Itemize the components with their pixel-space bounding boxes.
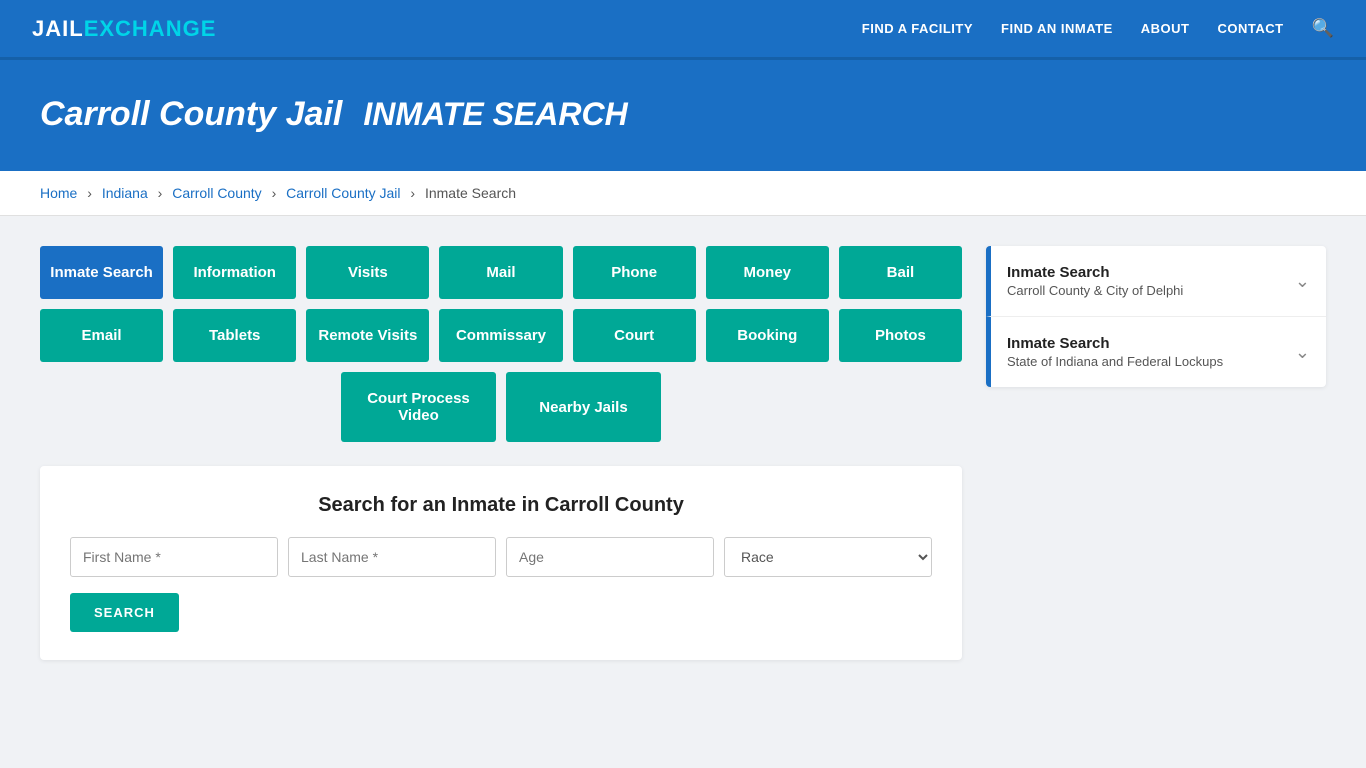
btn-phone[interactable]: Phone bbox=[573, 246, 696, 299]
btn-money[interactable]: Money bbox=[706, 246, 829, 299]
breadcrumb-home[interactable]: Home bbox=[40, 185, 77, 201]
btn-nearby-jails[interactable]: Nearby Jails bbox=[506, 372, 661, 442]
nav-about[interactable]: ABOUT bbox=[1141, 21, 1190, 36]
sidebar-item-subtitle-2: State of Indiana and Federal Lockups bbox=[1007, 354, 1223, 369]
main-content: Inmate Search Information Visits Mail Ph… bbox=[0, 216, 1366, 690]
btn-visits[interactable]: Visits bbox=[306, 246, 429, 299]
breadcrumb-carroll-county[interactable]: Carroll County bbox=[172, 185, 261, 201]
last-name-input[interactable] bbox=[288, 537, 496, 577]
left-column: Inmate Search Information Visits Mail Ph… bbox=[40, 246, 962, 660]
btn-mail[interactable]: Mail bbox=[439, 246, 562, 299]
sidebar-item-subtitle-1: Carroll County & City of Delphi bbox=[1007, 283, 1183, 298]
breadcrumb-inmate-search: Inmate Search bbox=[425, 185, 516, 201]
sidebar-card: Inmate Search Carroll County & City of D… bbox=[986, 246, 1326, 387]
search-box: Search for an Inmate in Carroll County R… bbox=[40, 466, 962, 660]
navbar: JAILEXCHANGE FIND A FACILITY FIND AN INM… bbox=[0, 0, 1366, 60]
btn-tablets[interactable]: Tablets bbox=[173, 309, 296, 362]
btn-photos[interactable]: Photos bbox=[839, 309, 962, 362]
breadcrumb: Home › Indiana › Carroll County › Carrol… bbox=[0, 171, 1366, 216]
nav-links: FIND A FACILITY FIND AN INMATE ABOUT CON… bbox=[862, 18, 1334, 39]
sep-2: › bbox=[158, 185, 163, 201]
breadcrumb-indiana[interactable]: Indiana bbox=[102, 185, 148, 201]
page-title-main: Carroll County Jail bbox=[40, 95, 342, 133]
sidebar-item-title-2: Inmate Search bbox=[1007, 335, 1223, 352]
sep-3: › bbox=[272, 185, 277, 201]
btn-court[interactable]: Court bbox=[573, 309, 696, 362]
page-title-italic: INMATE SEARCH bbox=[363, 96, 627, 132]
sidebar-item-title-1: Inmate Search bbox=[1007, 264, 1183, 281]
btn-booking[interactable]: Booking bbox=[706, 309, 829, 362]
chevron-down-icon-2: ⌄ bbox=[1295, 342, 1310, 363]
breadcrumb-carroll-county-jail[interactable]: Carroll County Jail bbox=[286, 185, 400, 201]
search-icon[interactable]: 🔍 bbox=[1312, 18, 1334, 39]
chevron-down-icon-1: ⌄ bbox=[1295, 271, 1310, 292]
btn-bail[interactable]: Bail bbox=[839, 246, 962, 299]
sidebar-item-carroll-county[interactable]: Inmate Search Carroll County & City of D… bbox=[986, 246, 1326, 317]
search-button[interactable]: SEARCH bbox=[70, 593, 179, 632]
nav-find-inmate[interactable]: FIND AN INMATE bbox=[1001, 21, 1113, 36]
btn-court-process-video[interactable]: Court Process Video bbox=[341, 372, 496, 442]
logo-exchange: EXCHANGE bbox=[84, 16, 217, 42]
sep-4: › bbox=[410, 185, 415, 201]
hero-section: Carroll County Jail INMATE SEARCH bbox=[0, 60, 1366, 171]
logo[interactable]: JAILEXCHANGE bbox=[32, 16, 216, 42]
sep-1: › bbox=[87, 185, 92, 201]
sidebar-item-indiana-federal[interactable]: Inmate Search State of Indiana and Feder… bbox=[986, 317, 1326, 387]
nav-row-2: Email Tablets Remote Visits Commissary C… bbox=[40, 309, 962, 362]
btn-remote-visits[interactable]: Remote Visits bbox=[306, 309, 429, 362]
search-fields: Race White Black Hispanic Asian Other bbox=[70, 537, 932, 577]
right-sidebar: Inmate Search Carroll County & City of D… bbox=[986, 246, 1326, 391]
search-title: Search for an Inmate in Carroll County bbox=[70, 494, 932, 517]
nav-row-1: Inmate Search Information Visits Mail Ph… bbox=[40, 246, 962, 299]
nav-contact[interactable]: CONTACT bbox=[1217, 21, 1283, 36]
race-select[interactable]: Race White Black Hispanic Asian Other bbox=[724, 537, 932, 577]
btn-email[interactable]: Email bbox=[40, 309, 163, 362]
first-name-input[interactable] bbox=[70, 537, 278, 577]
nav-buttons-section: Inmate Search Information Visits Mail Ph… bbox=[40, 246, 962, 442]
logo-jail: JAIL bbox=[32, 16, 84, 42]
nav-row-3: Court Process Video Nearby Jails bbox=[40, 372, 962, 442]
nav-find-facility[interactable]: FIND A FACILITY bbox=[862, 21, 973, 36]
age-input[interactable] bbox=[506, 537, 714, 577]
btn-commissary[interactable]: Commissary bbox=[439, 309, 562, 362]
page-title: Carroll County Jail INMATE SEARCH bbox=[40, 92, 1326, 135]
btn-inmate-search[interactable]: Inmate Search bbox=[40, 246, 163, 299]
btn-information[interactable]: Information bbox=[173, 246, 296, 299]
